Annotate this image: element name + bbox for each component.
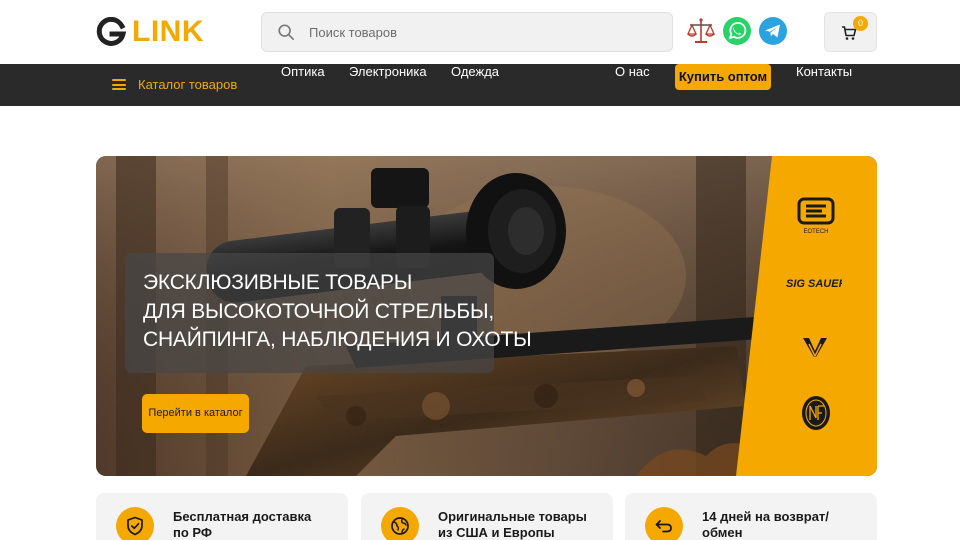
cart-count-badge: 0	[853, 16, 868, 31]
wholesale-button[interactable]: Купить оптом	[675, 64, 771, 90]
feature-line: Оригинальные товары	[438, 509, 587, 524]
feature-line: 14 дней на возврат/	[702, 509, 829, 524]
return-arrow-icon	[655, 520, 672, 533]
vortex-logo	[803, 338, 827, 358]
feature-text: Бесплатная доставка по РФ	[173, 509, 311, 540]
promo-headline: Эксклюзивные товары для высокоточной стр…	[143, 269, 532, 355]
eotech-label: EOTECH	[803, 229, 828, 235]
feature-line: обмен	[702, 525, 743, 540]
globe-icon	[391, 517, 409, 535]
logo[interactable]: LINK	[96, 16, 204, 48]
sig-sauer-logo: SIG SAUER	[786, 278, 842, 290]
nav-link-about[interactable]: О нас	[615, 65, 650, 79]
feature-line: из США и Европы	[438, 525, 555, 540]
search-input[interactable]	[309, 24, 639, 40]
main-nav: Каталог товаров Оптика Электроника Одежд…	[0, 64, 960, 106]
nav-link-electronics[interactable]: Электроника	[349, 65, 427, 79]
scales-icon[interactable]	[686, 16, 716, 46]
nav-link-clothing[interactable]: Одежда	[451, 65, 499, 79]
search-bar[interactable]	[261, 12, 673, 52]
menu-icon	[112, 79, 126, 90]
eotech-logo: EOTECH	[797, 197, 835, 235]
whatsapp-icon[interactable]	[722, 16, 752, 46]
telegram-icon[interactable]	[758, 16, 788, 46]
cart-button[interactable]: 0	[824, 12, 877, 52]
hero-banner: EOTECH SIG SAUER Эксклюзивные товары для…	[96, 156, 877, 476]
site-header: LINK 0	[0, 0, 960, 64]
feature-card-delivery: Бесплатная доставка по РФ	[96, 493, 348, 540]
shield-check-icon	[127, 516, 143, 536]
promo-headline-line: для высокоточной стрельбы,	[143, 299, 495, 323]
feature-icon-circle	[381, 507, 419, 540]
feature-icon-circle	[116, 507, 154, 540]
feature-icon-circle	[645, 507, 683, 540]
catalog-menu-button[interactable]: Каталог товаров	[112, 77, 237, 92]
promo-box: Эксклюзивные товары для высокоточной стр…	[125, 253, 532, 373]
catalog-menu-label: Каталог товаров	[138, 77, 238, 92]
search-icon[interactable]	[277, 23, 295, 41]
nav-link-contacts[interactable]: Контакты	[796, 65, 852, 79]
feature-card-original: Оригинальные товары из США и Европы	[361, 493, 613, 540]
promo-headline-line: снайпинга, наблюдения и охоты	[143, 328, 532, 351]
sig-sauer-label: SIG SAUER	[786, 278, 842, 290]
feature-line: Бесплатная доставка	[173, 509, 312, 524]
logo-text: LINK	[132, 15, 204, 48]
feature-line: по РФ	[173, 525, 212, 540]
feature-card-return: 14 дней на возврат/ обмен	[625, 493, 877, 540]
promo-headline-line: Эксклюзивные товары	[143, 271, 413, 294]
feature-text: Оригинальные товары из США и Европы	[438, 509, 587, 540]
nav-link-optics[interactable]: Оптика	[281, 65, 325, 79]
logo-g-mark	[96, 17, 126, 46]
go-to-catalog-button[interactable]: Перейти в каталог	[142, 394, 249, 433]
feature-text: 14 дней на возврат/ обмен	[702, 509, 829, 540]
nightforce-logo	[802, 396, 830, 430]
